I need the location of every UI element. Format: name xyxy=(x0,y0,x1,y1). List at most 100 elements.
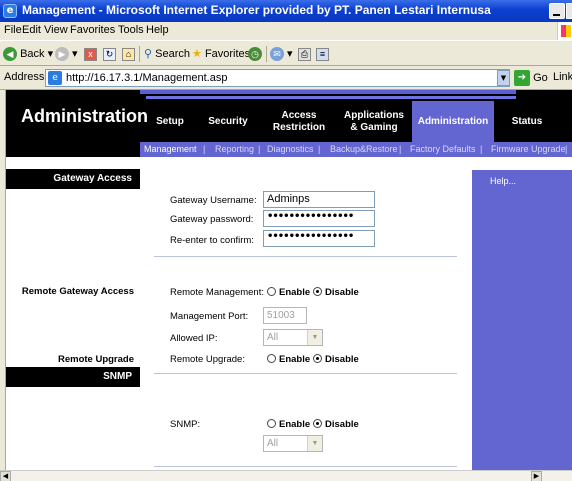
window-title: Management - Microsoft Internet Explorer… xyxy=(22,3,491,17)
subtab-firmware-upgrade[interactable]: Firmware Upgrade xyxy=(491,142,566,157)
header-accent-strip xyxy=(146,96,516,99)
radio-label: Enable xyxy=(279,419,311,430)
menu-file[interactable]: File xyxy=(4,24,22,36)
home-icon: ⌂ xyxy=(122,47,135,61)
subtab-factory-defaults[interactable]: Factory Defaults xyxy=(410,142,476,157)
address-url: http://16.17.3.1/Management.asp xyxy=(66,72,228,84)
favorites-label: Favorites xyxy=(204,48,251,60)
tab-status[interactable]: Status xyxy=(498,101,556,142)
remote-upgrade-enable-radio[interactable]: Enable xyxy=(267,354,310,365)
page-content: Administration Setup Security Access Res… xyxy=(6,90,572,470)
radio-unselected-icon xyxy=(267,354,276,363)
tab-applications-gaming[interactable]: Applications & Gaming xyxy=(336,101,412,142)
print-button[interactable]: ⎙ xyxy=(298,45,311,63)
section-gateway-access: Gateway Access xyxy=(6,169,140,189)
subnav-divider: | xyxy=(203,144,206,154)
menu-view[interactable]: View xyxy=(44,24,68,36)
toolbar-separator xyxy=(139,46,140,62)
radio-label: Disable xyxy=(325,419,359,430)
section-divider xyxy=(154,373,457,374)
favorites-button[interactable]: ★ Favorites xyxy=(192,45,250,63)
snmp-select[interactable]: All ▼ xyxy=(263,435,323,452)
links-button[interactable]: Links xyxy=(553,71,572,83)
scroll-right-arrow-icon[interactable]: ▶ xyxy=(531,471,542,481)
menu-tools[interactable]: Tools xyxy=(118,24,144,36)
browser-toolbar: ◀ Back ▾ ▶ ▾ x ↻ ⌂ ⚲ Search ★ Favorites … xyxy=(0,40,572,66)
horizontal-scrollbar[interactable]: ◀ ▶ xyxy=(0,470,572,481)
menu-help[interactable]: Help xyxy=(146,24,169,36)
gateway-password-input[interactable]: •••••••••••••••• xyxy=(263,210,375,227)
radio-unselected-icon xyxy=(267,419,276,428)
snmp-disable-radio[interactable]: Disable xyxy=(313,419,359,430)
refresh-icon: ↻ xyxy=(103,47,116,61)
home-button[interactable]: ⌂ xyxy=(122,45,135,63)
stop-icon: x xyxy=(84,47,97,61)
back-label: Back xyxy=(20,48,45,60)
help-link[interactable]: Help... xyxy=(490,176,516,186)
snmp-enable-radio[interactable]: Enable xyxy=(267,419,310,430)
print-icon: ⎙ xyxy=(298,47,311,61)
history-button[interactable]: ◷ xyxy=(248,45,262,63)
tab-security[interactable]: Security xyxy=(202,101,254,142)
address-input[interactable]: e http://16.17.3.1/Management.asp xyxy=(45,69,510,87)
window-titlebar: e Management - Microsoft Internet Explor… xyxy=(0,0,572,22)
gateway-username-input[interactable]: Adminps xyxy=(263,191,375,208)
search-icon: ⚲ xyxy=(144,48,153,60)
radio-label: Enable xyxy=(279,354,311,365)
remote-upgrade-disable-radio[interactable]: Disable xyxy=(313,354,359,365)
reenter-password-input[interactable]: •••••••••••••••• xyxy=(263,230,375,247)
management-port-label: Management Port: xyxy=(170,311,249,322)
subnav-divider: | xyxy=(258,144,261,154)
back-button[interactable]: ◀ Back ▾ xyxy=(3,45,53,63)
edit-page-icon: ≡ xyxy=(316,47,329,61)
section-snmp: SNMP xyxy=(6,367,140,387)
radio-label: Enable xyxy=(279,287,311,298)
allowed-ip-label: Allowed IP: xyxy=(170,333,218,344)
section-remote-gateway-access: Remote Gateway Access xyxy=(21,286,134,297)
mail-icon: ✉ xyxy=(270,47,284,62)
star-icon: ★ xyxy=(192,48,202,60)
subtab-diagnostics[interactable]: Diagnostics xyxy=(267,142,314,157)
mail-button[interactable]: ✉ ▾ xyxy=(270,45,293,63)
stop-button[interactable]: x xyxy=(84,45,97,63)
radio-label: Disable xyxy=(325,287,359,298)
allowed-ip-select[interactable]: All ▼ xyxy=(263,329,323,346)
tab-administration[interactable]: Administration xyxy=(412,101,494,142)
maximize-button[interactable] xyxy=(566,3,572,19)
help-panel: Help... xyxy=(472,170,572,470)
address-bar: Address e http://16.17.3.1/Management.as… xyxy=(0,66,572,90)
left-section-column: Gateway Access Remote Gateway Access Rem… xyxy=(6,157,140,470)
windows-logo-icon xyxy=(557,22,572,40)
forward-button[interactable]: ▶ ▾ xyxy=(55,45,78,63)
remote-management-disable-radio[interactable]: Disable xyxy=(313,287,359,298)
menu-favorites[interactable]: Favorites xyxy=(70,24,115,36)
remote-management-enable-radio[interactable]: Enable xyxy=(267,287,310,298)
refresh-button[interactable]: ↻ xyxy=(103,45,116,63)
radio-selected-icon xyxy=(313,287,322,296)
snmp-select-value: All xyxy=(267,438,279,449)
radio-selected-icon xyxy=(313,419,322,428)
subnav-divider: | xyxy=(565,144,568,154)
section-divider xyxy=(154,256,457,257)
tab-access-restriction[interactable]: Access Restriction xyxy=(264,101,334,142)
go-button[interactable]: ➔ Go xyxy=(514,70,548,86)
search-button[interactable]: ⚲ Search xyxy=(144,45,190,63)
go-label: Go xyxy=(533,71,548,84)
scroll-left-arrow-icon[interactable]: ◀ xyxy=(0,471,11,481)
management-port-input[interactable]: 51003 xyxy=(263,307,307,324)
chevron-down-icon: ▼ xyxy=(307,436,322,451)
chevron-down-icon: ▼ xyxy=(307,330,322,345)
sub-navigation: Management | Reporting | Diagnostics | B… xyxy=(140,142,572,157)
router-header: Administration Setup Security Access Res… xyxy=(6,90,572,157)
radio-unselected-icon xyxy=(267,287,276,296)
subtab-reporting[interactable]: Reporting xyxy=(215,142,254,157)
edit-button[interactable]: ≡ xyxy=(316,45,329,63)
section-divider xyxy=(154,466,457,467)
gateway-password-label: Gateway password: xyxy=(170,214,254,225)
subtab-management[interactable]: Management xyxy=(144,142,197,157)
minimize-button[interactable] xyxy=(549,3,565,19)
menu-edit[interactable]: Edit xyxy=(22,24,41,36)
subtab-backup-restore[interactable]: Backup&Restore xyxy=(330,142,398,157)
address-dropdown-button[interactable]: ▼ xyxy=(497,70,510,86)
tab-setup[interactable]: Setup xyxy=(146,101,194,142)
